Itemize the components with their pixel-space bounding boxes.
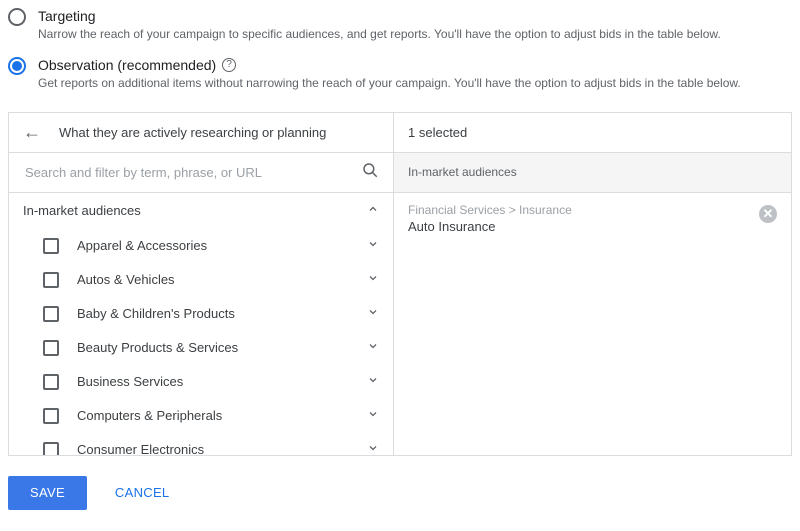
option-targeting[interactable]: Targeting Narrow the reach of your campa… <box>8 4 792 53</box>
browse-breadcrumb: What they are actively researching or pl… <box>59 125 326 140</box>
category-row[interactable]: Apparel & Accessories <box>9 229 393 263</box>
search-input[interactable] <box>23 164 361 181</box>
category-label: Computers & Peripherals <box>77 408 367 423</box>
checkbox[interactable] <box>43 306 59 322</box>
option-observation[interactable]: Observation (recommended) ? Get reports … <box>8 53 792 102</box>
observation-title: Observation (recommended) <box>38 57 216 73</box>
footer-actions: SAVE CANCEL <box>0 456 800 530</box>
browse-column: ← What they are actively researching or … <box>9 113 394 455</box>
save-button[interactable]: SAVE <box>8 476 87 510</box>
category-label: Autos & Vehicles <box>77 272 367 287</box>
section-title: In-market audiences <box>23 203 141 218</box>
back-arrow-icon[interactable]: ← <box>23 123 41 141</box>
help-icon[interactable]: ? <box>222 58 236 72</box>
targeting-title: Targeting <box>38 8 721 24</box>
chevron-down-icon[interactable] <box>367 374 379 389</box>
section-inmarket[interactable]: In-market audiences <box>9 193 393 229</box>
chevron-down-icon[interactable] <box>367 272 379 287</box>
category-label: Beauty Products & Services <box>77 340 367 355</box>
checkbox[interactable] <box>43 374 59 390</box>
chevron-up-icon[interactable] <box>367 203 379 218</box>
radio-observation[interactable] <box>8 57 26 75</box>
checkbox[interactable] <box>43 408 59 424</box>
selected-item: Financial Services > Insurance Auto Insu… <box>394 193 791 244</box>
selected-column: 1 selected In-market audiences Financial… <box>394 113 791 455</box>
selected-header: 1 selected <box>394 113 791 153</box>
chevron-down-icon[interactable] <box>367 340 379 355</box>
cancel-button[interactable]: CANCEL <box>109 484 176 501</box>
category-row[interactable]: Baby & Children's Products <box>9 297 393 331</box>
chevron-down-icon[interactable] <box>367 306 379 321</box>
search-icon[interactable] <box>361 161 379 184</box>
category-label: Baby & Children's Products <box>77 306 367 321</box>
targeting-options: Targeting Narrow the reach of your campa… <box>0 0 800 112</box>
category-label: Business Services <box>77 374 367 389</box>
selected-crumb: Financial Services > Insurance <box>408 203 759 217</box>
selected-group-header: In-market audiences <box>394 153 791 193</box>
selected-count: 1 selected <box>408 125 467 140</box>
chevron-down-icon[interactable] <box>367 408 379 423</box>
category-label: Apparel & Accessories <box>77 238 367 253</box>
checkbox[interactable] <box>43 340 59 356</box>
category-row[interactable]: Consumer Electronics <box>9 433 393 455</box>
category-row[interactable]: Autos & Vehicles <box>9 263 393 297</box>
chevron-down-icon[interactable] <box>367 442 379 455</box>
category-row[interactable]: Computers & Peripherals <box>9 399 393 433</box>
selected-group-label: In-market audiences <box>408 165 517 179</box>
chevron-down-icon[interactable] <box>367 238 379 253</box>
remove-icon[interactable]: ✕ <box>759 205 777 223</box>
radio-targeting[interactable] <box>8 8 26 26</box>
observation-desc: Get reports on additional items without … <box>38 75 741 92</box>
targeting-desc: Narrow the reach of your campaign to spe… <box>38 26 721 43</box>
selected-name: Auto Insurance <box>408 219 759 234</box>
checkbox[interactable] <box>43 272 59 288</box>
browse-header: ← What they are actively researching or … <box>9 113 393 153</box>
category-row[interactable]: Business Services <box>9 365 393 399</box>
checkbox[interactable] <box>43 238 59 254</box>
category-label: Consumer Electronics <box>77 442 367 455</box>
checkbox[interactable] <box>43 442 59 455</box>
audience-panel: ← What they are actively researching or … <box>8 112 792 456</box>
search-row <box>9 153 393 193</box>
category-row[interactable]: Beauty Products & Services <box>9 331 393 365</box>
category-list[interactable]: Apparel & Accessories Autos & Vehicles B… <box>9 229 393 455</box>
